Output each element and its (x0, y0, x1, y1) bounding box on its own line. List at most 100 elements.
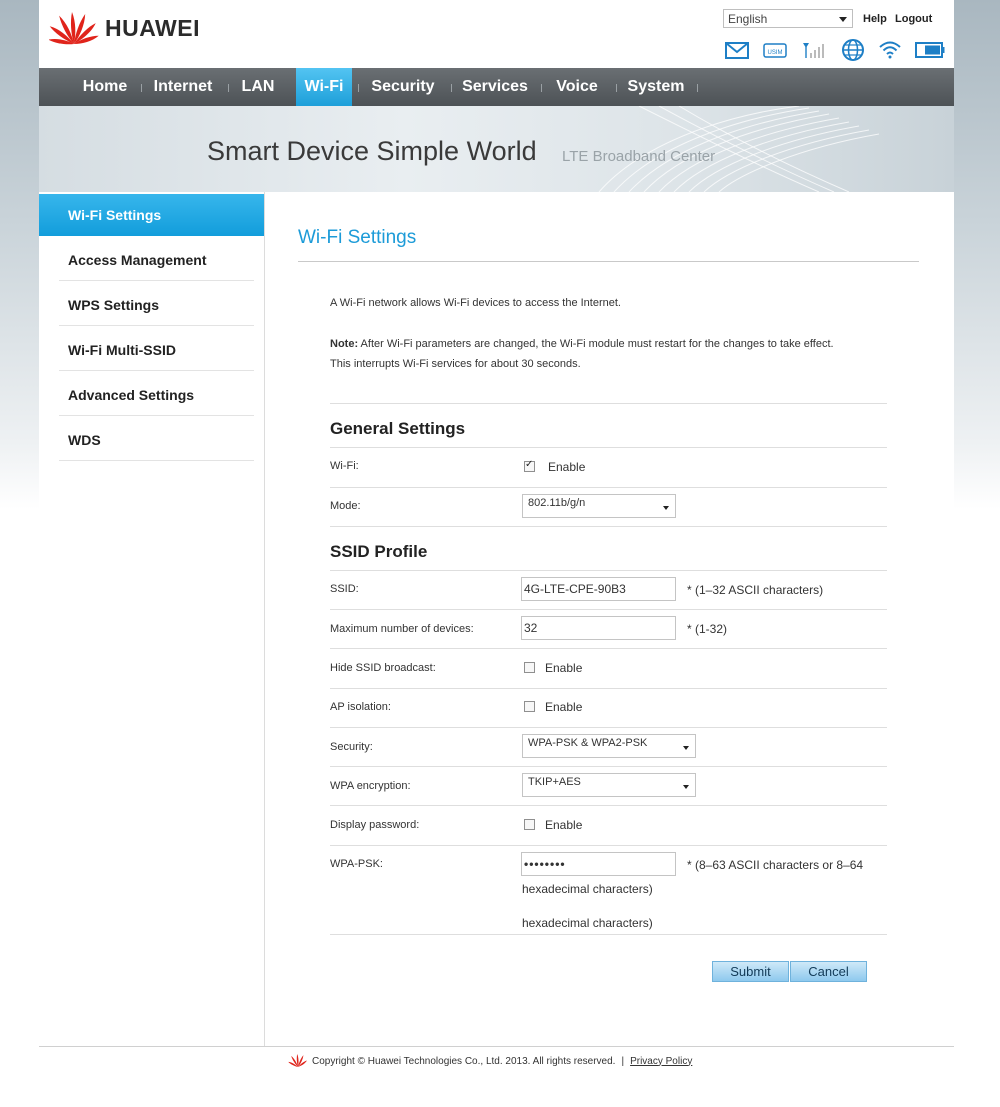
nav-services[interactable]: Services (459, 68, 531, 106)
nav-system[interactable]: System (624, 68, 688, 106)
submit-button[interactable]: Submit (712, 961, 789, 982)
hide-ssid-checkbox[interactable] (524, 662, 535, 673)
header: HUAWEI English Help Logout USIM (39, 0, 954, 68)
sidebar-divider (59, 370, 254, 371)
note-body: After Wi-Fi parameters are changed, the … (358, 338, 834, 350)
row-divider (330, 570, 887, 571)
chevron-down-icon (839, 17, 847, 22)
usim-label: USIM (768, 50, 783, 56)
note-label: Note: (330, 338, 359, 350)
nav-separator (228, 84, 229, 92)
mode-value: 802.11b/g/n (528, 497, 586, 509)
sidebar-divider (59, 280, 254, 281)
main-nav: Home Internet LAN Wi-Fi Security Service… (39, 68, 954, 106)
sidebar-item-access-management[interactable]: Access Management (39, 238, 264, 283)
nav-wifi[interactable]: Wi-Fi (296, 68, 352, 106)
chevron-down-icon (683, 785, 689, 789)
usim-icon[interactable]: USIM (763, 42, 787, 59)
help-link[interactable]: Help (863, 13, 887, 25)
hide-ssid-enable-label: Enable (545, 661, 583, 675)
display-password-label: Display password: (330, 819, 420, 831)
max-devices-hint: * (1-32) (687, 622, 728, 636)
mail-icon[interactable] (725, 41, 749, 59)
ssid-input[interactable]: 4G-LTE-CPE-90B3 (521, 577, 676, 601)
max-devices-input[interactable]: 32 (521, 616, 676, 640)
max-devices-label: Maximum number of devices: (330, 623, 474, 635)
wpa-encryption-value: TKIP+AES (528, 776, 581, 788)
note-text: Note: After Wi-Fi parameters are changed… (330, 338, 834, 350)
sidebar-divider (59, 325, 254, 326)
row-divider (330, 727, 887, 728)
sidebar-item-wifi-multi-ssid[interactable]: Wi-Fi Multi-SSID (39, 328, 264, 373)
banner-subtitle: LTE Broadband Center (562, 148, 716, 165)
huawei-small-logo-icon (288, 1054, 307, 1067)
ap-isolation-enable-label: Enable (545, 700, 583, 714)
sidebar-divider (59, 415, 254, 416)
copyright-text: Copyright © Huawei Technologies Co., Ltd… (312, 1055, 616, 1067)
privacy-policy-link[interactable]: Privacy Policy (630, 1056, 692, 1067)
sidebar-item-wds[interactable]: WDS (39, 418, 264, 463)
nav-home[interactable]: Home (77, 68, 133, 106)
mode-select[interactable]: 802.11b/g/n (522, 494, 676, 518)
wifi-enable-checkbox[interactable] (524, 459, 535, 472)
chevron-down-icon (683, 746, 689, 750)
nav-separator (358, 84, 359, 92)
logout-link[interactable]: Logout (895, 13, 932, 25)
huawei-logo-icon (49, 12, 99, 45)
row-divider (330, 609, 887, 610)
wpa-psk-hint-line2-duplicate: hexadecimal characters) (522, 916, 653, 930)
note-text-line2: This interrupts Wi-Fi services for about… (330, 358, 581, 370)
intro-text: A Wi-Fi network allows Wi-Fi devices to … (330, 297, 621, 309)
ap-isolation-label: AP isolation: (330, 701, 391, 713)
page-title: Wi-Fi Settings (298, 227, 417, 248)
language-value: English (728, 12, 768, 26)
display-password-enable-label: Enable (545, 818, 583, 832)
section-divider (330, 403, 887, 404)
wifi-icon[interactable] (879, 41, 901, 59)
brand-name: HUAWEI (105, 14, 200, 41)
banner-tagline: Smart Device Simple World (207, 136, 537, 166)
security-select[interactable]: WPA-PSK & WPA2-PSK (522, 734, 696, 758)
wifi-enable-label: Enable (548, 460, 586, 474)
row-divider (330, 805, 887, 806)
wpa-psk-hint-line2: hexadecimal characters) (522, 882, 653, 896)
signal-icon (801, 41, 827, 59)
language-select[interactable]: English (723, 9, 853, 28)
row-divider (330, 648, 887, 649)
security-value: WPA-PSK & WPA2-PSK (528, 737, 648, 749)
banner: Smart Device Simple World LTE Broadband … (39, 106, 954, 192)
status-icons: USIM (725, 38, 959, 62)
row-divider (330, 845, 887, 846)
sidebar: Wi-Fi Settings Access Management WPS Set… (39, 192, 265, 1047)
nav-lan[interactable]: LAN (237, 68, 279, 106)
nav-separator (541, 84, 542, 92)
main-panel: Wi-Fi Settings Access Management WPS Set… (39, 192, 954, 1047)
row-divider (330, 487, 887, 488)
hide-ssid-label: Hide SSID broadcast: (330, 662, 436, 674)
general-settings-title: General Settings (330, 419, 466, 438)
wifi-label: Wi-Fi: (330, 460, 359, 472)
cancel-button[interactable]: Cancel (790, 961, 867, 982)
nav-separator (616, 84, 617, 92)
wpa-psk-input[interactable]: •••••••• (521, 852, 676, 876)
ssid-profile-title: SSID Profile (330, 542, 428, 561)
display-password-checkbox[interactable] (524, 819, 535, 830)
sidebar-item-wifi-settings[interactable]: Wi-Fi Settings (39, 194, 264, 236)
row-divider (330, 766, 887, 767)
globe-icon[interactable] (841, 38, 865, 62)
nav-voice[interactable]: Voice (551, 68, 603, 106)
ap-isolation-checkbox[interactable] (524, 701, 535, 712)
sidebar-item-advanced-settings[interactable]: Advanced Settings (39, 373, 264, 418)
row-divider (330, 447, 887, 448)
wpa-psk-label: WPA-PSK: (330, 858, 383, 870)
wpa-psk-hint: * (8–63 ASCII characters or 8–64 (687, 858, 864, 872)
nav-internet[interactable]: Internet (151, 68, 215, 106)
ssid-hint: * (1–32 ASCII characters) (687, 583, 824, 597)
title-divider (298, 261, 919, 262)
sidebar-item-wps-settings[interactable]: WPS Settings (39, 283, 264, 328)
wpa-encryption-select[interactable]: TKIP+AES (522, 773, 696, 797)
ssid-label: SSID: (330, 583, 359, 595)
nav-security[interactable]: Security (367, 68, 439, 106)
huawei-logo[interactable]: HUAWEI (49, 8, 200, 48)
nav-separator (451, 84, 452, 92)
